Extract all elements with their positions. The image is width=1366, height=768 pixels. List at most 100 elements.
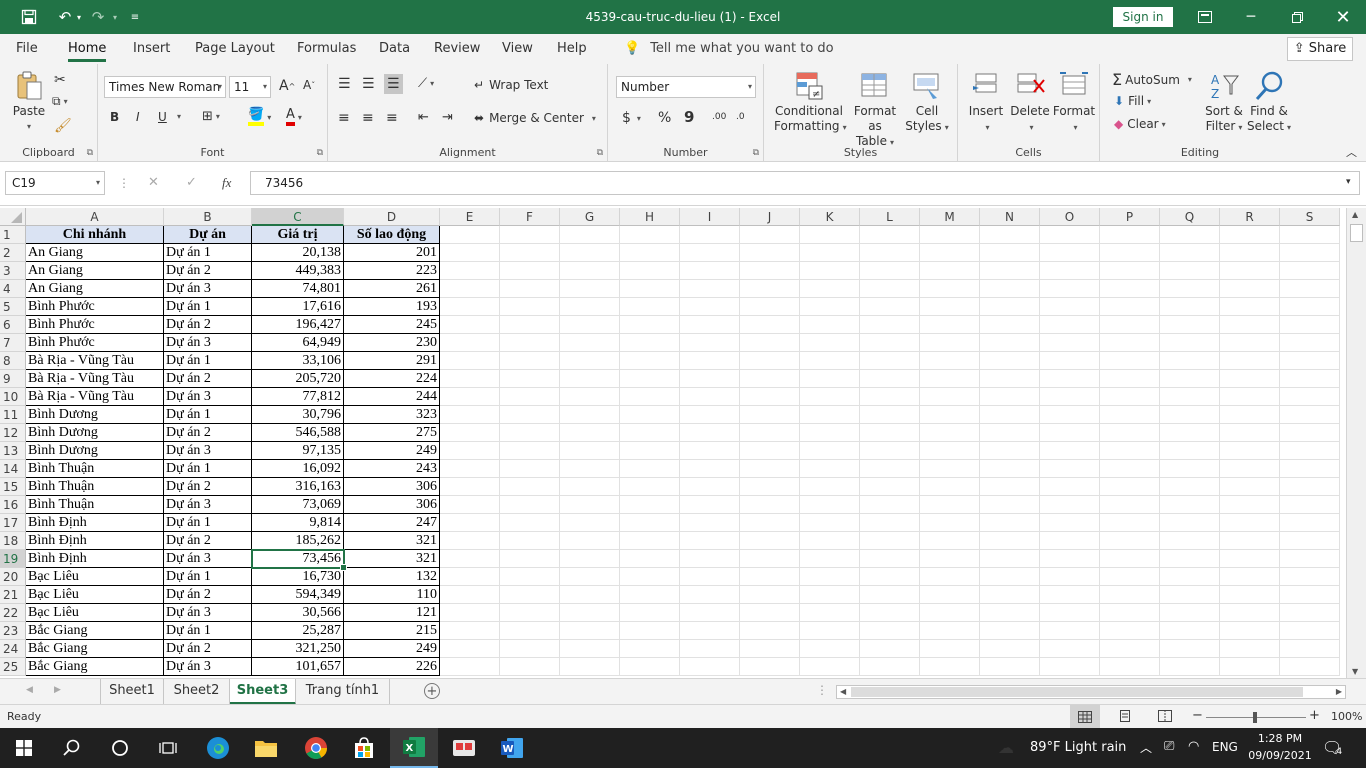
empty-cell[interactable] [1220, 280, 1280, 298]
empty-cell[interactable] [740, 514, 800, 532]
bottom-align-icon[interactable]: ☰ [384, 74, 403, 94]
empty-cell[interactable] [980, 388, 1040, 406]
empty-cell[interactable] [500, 226, 560, 244]
clear-button[interactable]: ◆ Clear ▾ [1114, 117, 1166, 131]
snipping-tool-icon[interactable] [440, 728, 488, 768]
empty-cell[interactable] [1100, 370, 1160, 388]
row-header[interactable]: 14 [0, 460, 26, 478]
empty-cell[interactable] [920, 478, 980, 496]
empty-cell[interactable] [860, 424, 920, 442]
column-header-c[interactable]: C [252, 208, 344, 226]
empty-cell[interactable] [1160, 424, 1220, 442]
empty-cell[interactable] [740, 280, 800, 298]
tell-me-box[interactable]: 💡 Tell me what you want to do [624, 34, 834, 64]
empty-cell[interactable] [560, 298, 620, 316]
autosum-button[interactable]: Σ AutoSum ▾ [1112, 70, 1192, 89]
table-cell[interactable]: 73,456 [252, 550, 344, 568]
empty-cell[interactable] [800, 604, 860, 622]
restore-icon[interactable] [1274, 0, 1320, 34]
empty-cell[interactable] [1220, 622, 1280, 640]
collapse-ribbon-icon[interactable]: ︿ [1346, 144, 1357, 160]
empty-cell[interactable] [500, 658, 560, 676]
share-button[interactable]: ⇪ Share [1287, 37, 1353, 61]
empty-cell[interactable] [680, 514, 740, 532]
column-header-d[interactable]: D [344, 208, 440, 226]
table-cell[interactable]: 205,720 [252, 370, 344, 388]
empty-cell[interactable] [1160, 604, 1220, 622]
table-cell[interactable]: 261 [344, 280, 440, 298]
empty-cell[interactable] [980, 244, 1040, 262]
empty-cell[interactable] [920, 640, 980, 658]
empty-cell[interactable] [920, 532, 980, 550]
empty-cell[interactable] [620, 262, 680, 280]
empty-cell[interactable] [860, 334, 920, 352]
empty-cell[interactable] [920, 298, 980, 316]
empty-cell[interactable] [800, 298, 860, 316]
empty-cell[interactable] [800, 316, 860, 334]
tab-file[interactable]: File [16, 34, 38, 64]
empty-cell[interactable] [1100, 604, 1160, 622]
empty-cell[interactable] [1040, 586, 1100, 604]
empty-cell[interactable] [1220, 604, 1280, 622]
empty-cell[interactable] [1100, 586, 1160, 604]
empty-cell[interactable] [560, 514, 620, 532]
align-right-icon[interactable]: ≡ [386, 110, 398, 126]
empty-cell[interactable] [1220, 640, 1280, 658]
empty-cell[interactable] [500, 478, 560, 496]
empty-cell[interactable] [1280, 244, 1340, 262]
empty-cell[interactable] [860, 586, 920, 604]
empty-cell[interactable] [1280, 514, 1340, 532]
table-cell[interactable]: 193 [344, 298, 440, 316]
empty-cell[interactable] [680, 226, 740, 244]
empty-cell[interactable] [980, 406, 1040, 424]
weather-cloud-icon[interactable]: ☁ [998, 738, 1014, 757]
fill-button[interactable]: ⬇ Fill ▾ [1114, 94, 1151, 108]
empty-cell[interactable] [680, 604, 740, 622]
empty-cell[interactable] [860, 514, 920, 532]
empty-cell[interactable] [1220, 424, 1280, 442]
redo-dropdown-icon[interactable]: ▾ [108, 0, 122, 34]
empty-cell[interactable] [500, 550, 560, 568]
table-cell[interactable]: Bắc Giang [26, 658, 164, 676]
empty-cell[interactable] [1280, 604, 1340, 622]
empty-cell[interactable] [560, 658, 620, 676]
customize-toolbar-icon[interactable]: ≡ [126, 0, 144, 34]
column-header-b[interactable]: B [164, 208, 252, 226]
table-cell[interactable]: An Giang [26, 280, 164, 298]
empty-cell[interactable] [560, 424, 620, 442]
empty-cell[interactable] [440, 280, 500, 298]
scroll-right-icon[interactable]: ▶ [1336, 687, 1342, 696]
vertical-scroll-thumb[interactable] [1350, 224, 1363, 242]
empty-cell[interactable] [620, 280, 680, 298]
empty-cell[interactable] [920, 568, 980, 586]
tab-page-layout[interactable]: Page Layout [195, 34, 275, 64]
empty-cell[interactable] [1100, 298, 1160, 316]
table-cell[interactable]: 33,106 [252, 352, 344, 370]
wrap-text-button[interactable]: ↵ Wrap Text [474, 78, 548, 92]
tab-insert[interactable]: Insert [133, 34, 170, 64]
empty-cell[interactable] [920, 424, 980, 442]
number-launcher-icon[interactable]: ⧉ [753, 148, 759, 158]
empty-cell[interactable] [1220, 514, 1280, 532]
empty-cell[interactable] [800, 244, 860, 262]
empty-cell[interactable] [800, 334, 860, 352]
scroll-down-icon[interactable]: ▼ [1352, 667, 1358, 676]
empty-cell[interactable] [740, 316, 800, 334]
table-cell[interactable]: Dự án 2 [164, 262, 252, 280]
table-cell[interactable]: 244 [344, 388, 440, 406]
bold-button[interactable]: B [110, 110, 119, 124]
empty-cell[interactable] [800, 496, 860, 514]
empty-cell[interactable] [620, 568, 680, 586]
language-indicator[interactable]: ENG [1212, 740, 1238, 754]
table-cell[interactable]: 132 [344, 568, 440, 586]
empty-cell[interactable] [1100, 352, 1160, 370]
empty-cell[interactable] [1220, 586, 1280, 604]
empty-cell[interactable] [1220, 658, 1280, 676]
empty-cell[interactable] [680, 244, 740, 262]
scroll-up-icon[interactable]: ▲ [1352, 210, 1358, 219]
horizontal-scroll-thumb[interactable] [851, 687, 1303, 697]
empty-cell[interactable] [680, 370, 740, 388]
row-header[interactable]: 25 [0, 658, 26, 676]
row-header[interactable]: 10 [0, 388, 26, 406]
empty-cell[interactable] [1040, 370, 1100, 388]
